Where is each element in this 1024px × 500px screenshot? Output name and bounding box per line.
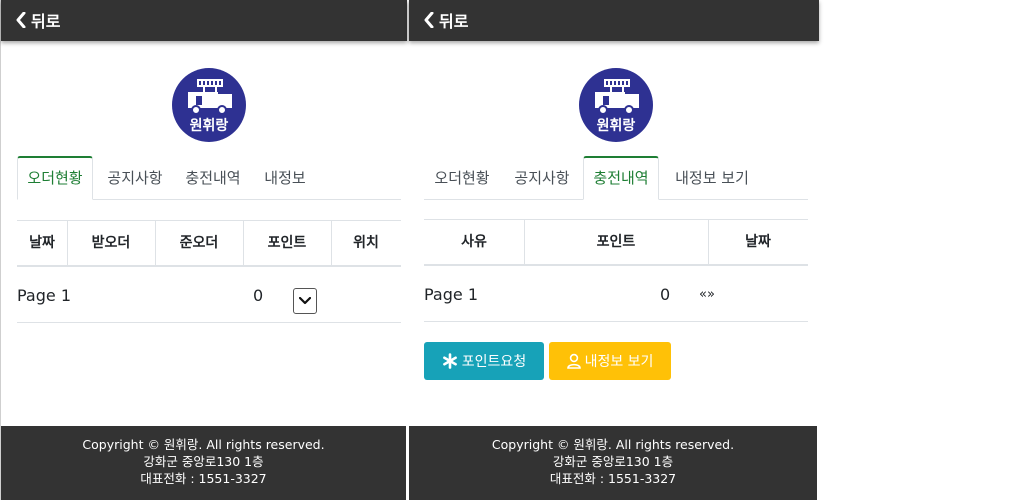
column-reason: 사유 xyxy=(461,234,487,250)
column-points: 포인트 xyxy=(596,234,636,250)
tab-notices[interactable]: 공지사항 xyxy=(97,156,173,200)
chevron-down-icon xyxy=(299,297,311,305)
table-footer-row: Page 1 0 «» xyxy=(424,267,808,322)
point-request-label: 포인트요청 xyxy=(461,354,527,370)
orders-table-header: 날짜 받오더 준오더 포인트 위치 xyxy=(17,220,401,267)
footer: Copyright © 원휘랑. All rights reserved. 강화… xyxy=(409,426,817,500)
column-given-orders: 준오더 xyxy=(179,235,219,251)
chevron-left-icon xyxy=(424,12,434,28)
back-label: 뒤로 xyxy=(31,12,61,31)
points-total: 0 xyxy=(253,286,264,305)
footer: Copyright © 원휘랑. All rights reserved. 강화… xyxy=(1,426,406,500)
copyright-text: Copyright © 원휘랑. All rights reserved. xyxy=(491,437,735,452)
phone-text: 대표전화 : 1551-3327 xyxy=(549,471,677,486)
column-date: 날짜 xyxy=(29,235,55,251)
person-icon xyxy=(566,353,581,369)
my-info-button[interactable]: 내정보 보기 xyxy=(549,342,671,380)
page-select[interactable] xyxy=(293,288,317,314)
left-screen: 뒤로 원휘랑 오더현황 공지사항 충전내역 내정보 날짜 받오더 준오더 포인트… xyxy=(0,0,407,500)
back-button[interactable]: 뒤로 xyxy=(423,9,468,31)
brand-logo: 원휘랑 xyxy=(579,68,653,142)
back-label: 뒤로 xyxy=(439,12,469,31)
column-date: 날짜 xyxy=(745,234,771,250)
tab-charge-history[interactable]: 충전내역 xyxy=(583,156,659,200)
right-screen: 뒤로 원휘랑 오더현황 공지사항 충전내역 내정보 보기 사유 포인트 날짜 P… xyxy=(409,0,819,500)
tab-order-status[interactable]: 오더현황 xyxy=(424,156,500,200)
table-footer-row: Page 1 0 xyxy=(17,268,401,323)
tab-notices[interactable]: 공지사항 xyxy=(504,156,580,200)
pager-link[interactable]: «» xyxy=(699,267,715,322)
phone-text: 대표전화 : 1551-3327 xyxy=(140,471,267,486)
tab-charge-history[interactable]: 충전내역 xyxy=(177,156,249,200)
point-request-button[interactable]: 포인트요청 xyxy=(424,342,544,380)
address-text: 강화군 중앙로130 1층 xyxy=(552,454,674,469)
chevron-left-icon xyxy=(16,12,26,28)
logo-text: 원휘랑 xyxy=(597,117,636,134)
top-bar: 뒤로 xyxy=(1,0,407,41)
address-text: 강화군 중앙로130 1층 xyxy=(143,454,264,469)
column-received-orders: 받오더 xyxy=(91,235,131,251)
tab-my-info[interactable]: 내정보 보기 xyxy=(664,156,760,200)
column-points: 포인트 xyxy=(267,235,307,251)
tab-bar: 오더현황 공지사항 충전내역 내정보 xyxy=(17,156,401,200)
tab-order-status[interactable]: 오더현황 xyxy=(17,156,93,200)
points-total: 0 xyxy=(660,285,671,304)
logo-text: 원휘랑 xyxy=(190,117,229,134)
copyright-text: Copyright © 원휘랑. All rights reserved. xyxy=(82,437,325,452)
brand-logo: 원휘랑 xyxy=(172,68,246,142)
page-label: Page 1 xyxy=(17,286,71,305)
page-label: Page 1 xyxy=(424,285,478,304)
charge-table-header: 사유 포인트 날짜 xyxy=(424,219,808,266)
tab-my-info[interactable]: 내정보 xyxy=(255,156,315,200)
my-info-label: 내정보 보기 xyxy=(584,354,654,370)
column-location: 위치 xyxy=(353,235,379,251)
back-button[interactable]: 뒤로 xyxy=(15,9,60,31)
tab-bar: 오더현황 공지사항 충전내역 내정보 보기 xyxy=(424,156,808,200)
top-bar: 뒤로 xyxy=(409,0,819,41)
asterisk-icon xyxy=(442,353,457,369)
